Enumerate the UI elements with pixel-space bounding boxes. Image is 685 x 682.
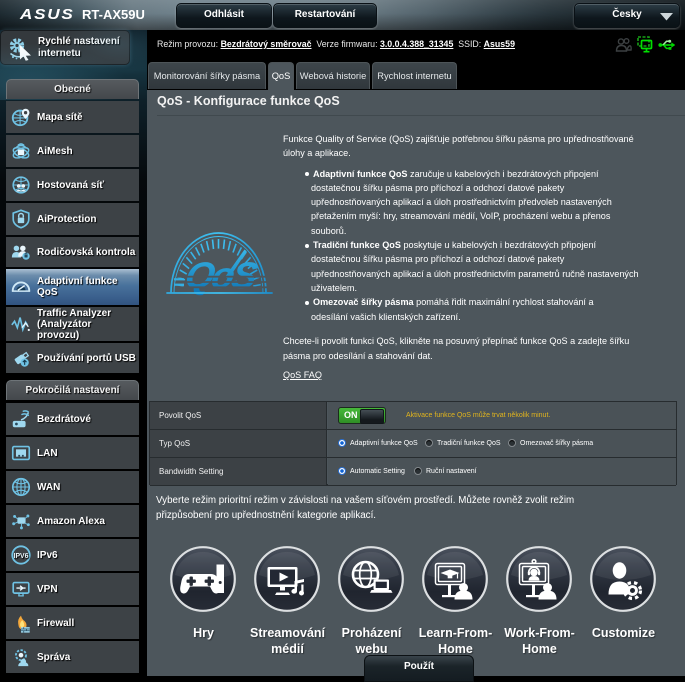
svg-text:QoS: QoS bbox=[182, 254, 262, 296]
svg-text:IPV6: IPV6 bbox=[14, 553, 29, 560]
